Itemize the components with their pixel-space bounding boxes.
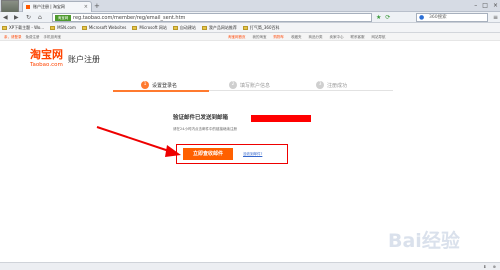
bookmark-item[interactable]: 我产品网站推荐 bbox=[201, 25, 237, 31]
step-number: 3 bbox=[316, 81, 324, 89]
folder-icon bbox=[132, 25, 138, 30]
folder-icon bbox=[81, 25, 87, 30]
page-title: 账户注册 bbox=[68, 55, 100, 64]
new-tab-button[interactable]: + bbox=[94, 1, 100, 11]
search-input[interactable]: ● 360搜索 bbox=[416, 13, 488, 22]
folder-icon bbox=[2, 25, 7, 30]
site-login-links: 亲，请登录 免费注册 手机逛淘宝 bbox=[4, 33, 61, 41]
search-engine-icon: ● bbox=[419, 14, 425, 21]
step-fill-account-info: 2 填写账户信息 bbox=[229, 81, 270, 89]
bookmark-item[interactable]: Microsoft 网站 bbox=[132, 25, 167, 31]
tab-title: 账户注册 | 淘宝网 bbox=[33, 4, 65, 9]
bookmarks-bar: XP下载主题 - Wo... MSN.com Microsoft Website… bbox=[0, 23, 500, 33]
back-icon[interactable]: ◀ bbox=[3, 13, 8, 22]
bookmark-star-icon[interactable]: ★ bbox=[376, 13, 381, 22]
redacted-email bbox=[251, 115, 311, 122]
bookmark-item[interactable]: XP下载主题 - Wo... bbox=[2, 25, 44, 31]
maximize-button[interactable]: □ bbox=[482, 1, 488, 10]
check-email-button[interactable]: 立即查收邮件 bbox=[183, 148, 233, 160]
customer-service-link[interactable]: 联系客服 bbox=[351, 33, 365, 41]
navigation-bar: ◀ ▶ ↻ ⌂ 淘宝网 reg.taobao.com/member/reg/em… bbox=[0, 12, 500, 23]
site-map-link[interactable]: 网站导航 bbox=[372, 33, 386, 41]
forward-icon[interactable]: ▶ bbox=[14, 13, 19, 22]
taobao-logo[interactable]: 淘宝网 bbox=[30, 49, 63, 61]
search-placeholder: 360搜索 bbox=[429, 15, 447, 20]
watermark-logo: Bai经验 bbox=[388, 230, 460, 252]
taobao-logo-en: Taobao.com bbox=[30, 62, 63, 68]
zoom-icon[interactable]: ⊕ bbox=[493, 263, 496, 270]
download-icon[interactable]: ⬇ bbox=[483, 263, 486, 270]
site-home-link[interactable]: 淘宝网首页 bbox=[228, 33, 246, 41]
site-nav-links: 淘宝网首页 我的淘宝 购物车 收藏夹 商品分类 卖家中心 联系客服 网站导航 bbox=[228, 33, 386, 41]
step-number: 1 bbox=[141, 81, 149, 89]
cart-link[interactable]: 购物车 bbox=[274, 33, 285, 41]
taobao-favicon-icon bbox=[26, 5, 30, 9]
register-link[interactable]: 免费注册 bbox=[26, 33, 40, 41]
verify-email-title: 验证邮件已发送到邮箱 bbox=[173, 115, 229, 121]
steps-progress bbox=[113, 90, 209, 92]
step-label: 设置登录名 bbox=[152, 82, 178, 89]
bookmark-item[interactable]: 自动建站 bbox=[172, 25, 196, 31]
verify-hint: 请在24小时内点击邮件中的链接继续注册 bbox=[173, 127, 237, 131]
reload-icon[interactable]: ↻ bbox=[26, 13, 31, 22]
status-bar: ⬇ ⊕ bbox=[0, 262, 500, 270]
resend-email-link[interactable]: 没收到邮件? bbox=[243, 152, 262, 157]
login-link[interactable]: 亲，请登录 bbox=[4, 33, 22, 41]
site-top-bar: 亲，请登录 免费注册 手机逛淘宝 淘宝网首页 我的淘宝 购物车 收藏夹 商品分类… bbox=[0, 33, 500, 41]
tab-close-icon[interactable]: × bbox=[84, 2, 88, 12]
browser-window: 账户注册 | 淘宝网 × + – □ × ◀ ▶ ↻ ⌂ 淘宝网 reg.tao… bbox=[0, 0, 500, 270]
address-tools: ★ ⟳ bbox=[376, 13, 390, 22]
status-icons: ⬇ ⊕ bbox=[483, 263, 496, 270]
bookmark-item[interactable]: 打气筒_360百科 bbox=[242, 25, 280, 31]
menu-icon[interactable]: ≡ bbox=[493, 13, 498, 22]
seller-center-link[interactable]: 卖家中心 bbox=[330, 33, 344, 41]
step-label: 填写账户信息 bbox=[240, 82, 271, 89]
home-icon[interactable]: ⌂ bbox=[38, 13, 42, 22]
folder-icon bbox=[50, 25, 56, 30]
bookmark-item[interactable]: Microsoft Websites bbox=[81, 25, 126, 30]
my-taobao-link[interactable]: 我的淘宝 bbox=[253, 33, 267, 41]
address-bar[interactable]: 淘宝网 reg.taobao.com/member/reg/email_sent… bbox=[52, 13, 372, 22]
close-window-button[interactable]: × bbox=[493, 1, 498, 10]
minimize-button[interactable]: – bbox=[474, 1, 477, 10]
categories-link[interactable]: 商品分类 bbox=[309, 33, 323, 41]
tab-bar: 账户注册 | 淘宝网 × + – □ × bbox=[0, 0, 500, 20]
window-controls: – □ × bbox=[474, 1, 498, 10]
favorites-link[interactable]: 收藏夹 bbox=[291, 33, 302, 41]
step-label: 注册成功 bbox=[327, 82, 348, 89]
step-register-success: 3 注册成功 bbox=[316, 81, 347, 89]
bookmark-item[interactable]: MSN.com bbox=[50, 25, 76, 30]
folder-icon bbox=[201, 25, 207, 30]
mobile-link[interactable]: 手机逛淘宝 bbox=[44, 33, 62, 41]
folder-icon bbox=[172, 25, 178, 30]
url-text: reg.taobao.com/member/reg/email_sent.htm bbox=[73, 15, 186, 21]
tab-account-register[interactable]: 账户注册 | 淘宝网 × bbox=[22, 1, 92, 12]
step-set-login-name: 1 设置登录名 bbox=[141, 81, 177, 89]
site-badge: 淘宝网 bbox=[55, 15, 71, 21]
folder-icon bbox=[242, 25, 248, 30]
refresh-mode-icon[interactable]: ⟳ bbox=[385, 13, 390, 22]
step-number: 2 bbox=[229, 81, 237, 89]
